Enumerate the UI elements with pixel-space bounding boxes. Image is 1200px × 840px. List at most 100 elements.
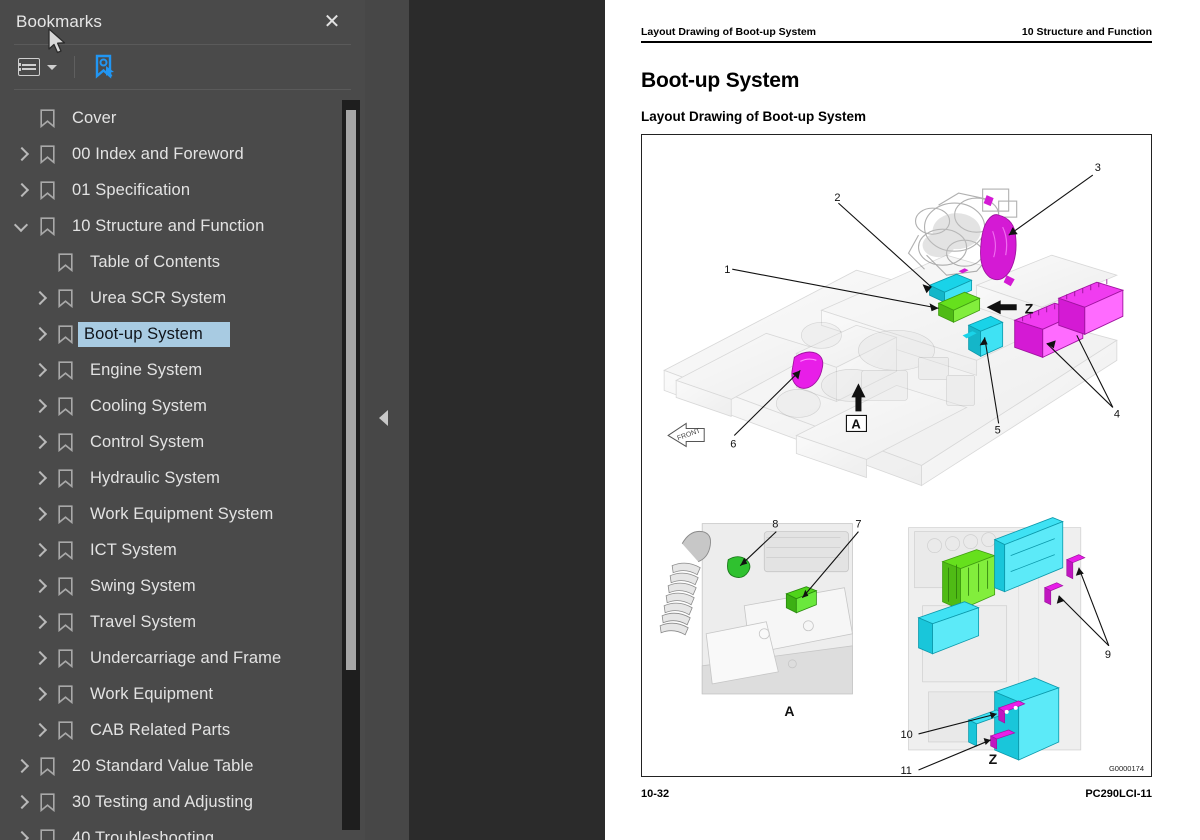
bookmark-item-urea-scr-system[interactable]: Urea SCR System bbox=[0, 280, 365, 316]
bookmark-item-undercarriage-and-frame[interactable]: Undercarriage and Frame bbox=[0, 640, 365, 676]
bookmark-icon bbox=[52, 540, 78, 560]
chevron-right-icon[interactable] bbox=[8, 184, 34, 197]
chevron-right-icon[interactable] bbox=[26, 400, 52, 413]
bookmark-icon bbox=[52, 288, 78, 308]
bookmark-item-cooling-system[interactable]: Cooling System bbox=[0, 388, 365, 424]
bookmark-label-wrap: CAB Related Parts bbox=[78, 718, 236, 743]
bookmark-icon bbox=[39, 756, 55, 776]
svg-text:11: 11 bbox=[901, 765, 912, 776]
bookmark-item-00-index-and-foreword[interactable]: 00 Index and Foreword bbox=[0, 136, 365, 172]
svg-text:6: 6 bbox=[730, 439, 736, 451]
bookmark-tree-scrollbar[interactable] bbox=[342, 100, 360, 830]
bookmark-icon bbox=[34, 180, 60, 200]
chevron-right-icon[interactable] bbox=[26, 616, 52, 629]
bookmark-item-30-testing-and-adjusting[interactable]: 30 Testing and Adjusting bbox=[0, 784, 365, 820]
chevron-right-icon[interactable] bbox=[26, 436, 52, 449]
bookmark-label-wrap: Control System bbox=[78, 430, 210, 455]
chevron-down-icon[interactable] bbox=[8, 220, 34, 233]
bookmark-item-work-equipment[interactable]: Work Equipment bbox=[0, 676, 365, 712]
bookmark-item-label: 30 Testing and Adjusting bbox=[72, 792, 253, 811]
running-head-left: Layout Drawing of Boot-up System bbox=[641, 26, 817, 38]
bookmark-icon bbox=[34, 216, 60, 236]
figure-id-label: G0000174 bbox=[1108, 764, 1144, 774]
bookmark-icon bbox=[52, 396, 78, 416]
list-options-icon[interactable] bbox=[14, 55, 61, 79]
bookmark-icon bbox=[57, 612, 73, 632]
chevron-right-icon[interactable] bbox=[26, 688, 52, 701]
collapse-panel-arrow-icon[interactable] bbox=[379, 410, 388, 426]
bookmark-item-10-structure-and-function[interactable]: 10 Structure and Function bbox=[0, 208, 365, 244]
scrollbar-thumb[interactable] bbox=[346, 110, 356, 670]
bookmark-item-engine-system[interactable]: Engine System bbox=[0, 352, 365, 388]
chevron-right-icon[interactable] bbox=[26, 508, 52, 521]
bookmark-item-label: Cooling System bbox=[90, 396, 207, 415]
chevron-right-icon[interactable] bbox=[26, 472, 52, 485]
bookmark-item-cab-related-parts[interactable]: CAB Related Parts bbox=[0, 712, 365, 748]
bookmark-item-40-troubleshooting[interactable]: 40 Troubleshooting bbox=[0, 820, 365, 840]
bookmark-label-wrap: 30 Testing and Adjusting bbox=[60, 790, 259, 815]
bookmark-item-table-of-contents[interactable]: Table of Contents bbox=[0, 244, 365, 280]
bookmark-label-wrap: 00 Index and Foreword bbox=[60, 142, 250, 167]
page-number: 10-32 bbox=[641, 788, 670, 801]
chevron-right-icon[interactable] bbox=[26, 724, 52, 737]
figure-frame: 1 2 3 4 5 6 A Z FRONT 8 7 A 9 10 11 Z G0… bbox=[641, 134, 1152, 778]
bookmark-item-label: Control System bbox=[90, 432, 205, 451]
svg-text:4: 4 bbox=[1114, 409, 1120, 421]
bookmark-item-label: 01 Specification bbox=[72, 180, 191, 199]
bookmark-item-boot-up-system[interactable]: Boot-up System bbox=[0, 316, 365, 352]
new-bookmark-icon[interactable] bbox=[88, 51, 122, 83]
chevron-right-icon[interactable] bbox=[26, 328, 52, 341]
bookmark-item-01-specification[interactable]: 01 Specification bbox=[0, 172, 365, 208]
bookmark-item-cover[interactable]: Cover bbox=[0, 100, 365, 136]
bookmarks-panel-header: Bookmarks ✕ bbox=[0, 0, 365, 44]
chevron-right-icon[interactable] bbox=[8, 832, 34, 840]
svg-text:9: 9 bbox=[1105, 649, 1111, 661]
chevron-right-icon[interactable] bbox=[8, 760, 34, 773]
chevron-right-icon[interactable] bbox=[26, 580, 52, 593]
running-head-right: 10 Structure and Function bbox=[1021, 26, 1152, 38]
svg-text:A: A bbox=[784, 703, 794, 719]
svg-text:7: 7 bbox=[855, 519, 861, 531]
document-heading-2: Layout Drawing of Boot-up System bbox=[641, 109, 867, 125]
bookmark-icon bbox=[52, 324, 78, 344]
page-title: Bookmarks bbox=[16, 12, 102, 31]
chevron-right-icon[interactable] bbox=[26, 544, 52, 557]
bookmark-item-label: Engine System bbox=[90, 360, 203, 379]
bookmark-icon bbox=[39, 144, 55, 164]
bookmark-item-hydraulic-system[interactable]: Hydraulic System bbox=[0, 460, 365, 496]
close-icon[interactable]: ✕ bbox=[317, 6, 347, 36]
svg-text:8: 8 bbox=[772, 519, 778, 531]
bookmark-item-ict-system[interactable]: ICT System bbox=[0, 532, 365, 568]
bookmark-icon bbox=[52, 432, 78, 452]
bookmark-icon bbox=[34, 828, 60, 840]
running-head-rule bbox=[641, 41, 1152, 44]
bookmark-item-label: Hydraulic System bbox=[90, 468, 220, 487]
bookmark-icon bbox=[39, 108, 55, 128]
chevron-right-icon[interactable] bbox=[8, 796, 34, 809]
pdf-viewer-window: Bookmarks ✕ Cover 00 Index and Foreword 01… bbox=[0, 0, 1200, 840]
bookmark-label-wrap: Engine System bbox=[78, 358, 208, 383]
detail-view-z: 9 10 11 Z bbox=[901, 517, 1111, 776]
chevron-down-icon[interactable] bbox=[47, 64, 57, 70]
bookmark-item-travel-system[interactable]: Travel System bbox=[0, 604, 365, 640]
bookmark-icon bbox=[52, 684, 78, 704]
bookmark-icon bbox=[57, 684, 73, 704]
bookmark-label-wrap: Urea SCR System bbox=[78, 286, 232, 311]
svg-text:Z: Z bbox=[1025, 301, 1034, 317]
document-page: Layout Drawing of Boot-up System 10 Stru… bbox=[605, 0, 1200, 840]
bookmark-item-control-system[interactable]: Control System bbox=[0, 424, 365, 460]
page-footer: 10-32 PC290LCI-11 bbox=[641, 788, 1152, 800]
chevron-right-icon[interactable] bbox=[26, 292, 52, 305]
bookmark-item-work-equipment-system[interactable]: Work Equipment System bbox=[0, 496, 365, 532]
bookmark-item-20-standard-value-table[interactable]: 20 Standard Value Table bbox=[0, 748, 365, 784]
bookmark-tree[interactable]: Cover 00 Index and Foreword 01 Specificati… bbox=[0, 92, 365, 840]
bookmark-icon bbox=[57, 324, 73, 344]
chevron-right-icon[interactable] bbox=[26, 652, 52, 665]
viewer-gutter bbox=[365, 0, 605, 840]
chevron-right-icon[interactable] bbox=[26, 364, 52, 377]
detail-view-a: 8 7 A bbox=[659, 519, 862, 719]
chevron-right-icon[interactable] bbox=[8, 148, 34, 161]
bookmark-label-wrap: Boot-up System bbox=[77, 320, 231, 348]
bookmark-item-label: CAB Related Parts bbox=[90, 720, 231, 739]
bookmark-item-swing-system[interactable]: Swing System bbox=[0, 568, 365, 604]
